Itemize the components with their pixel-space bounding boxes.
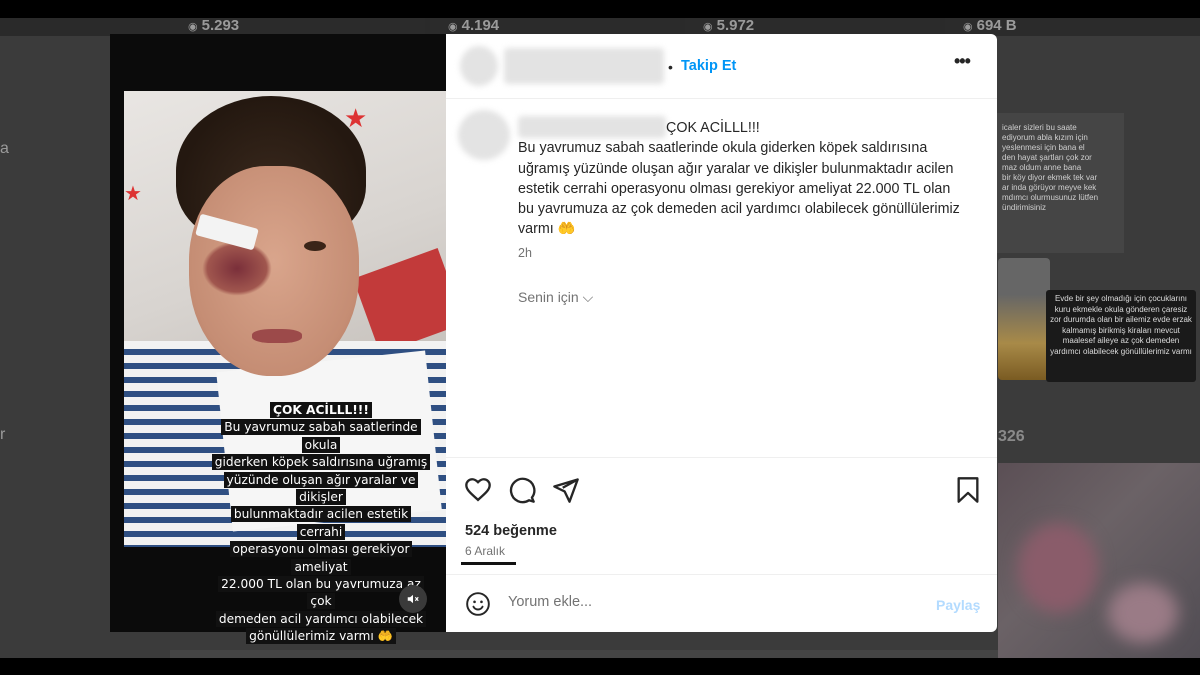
bg-caption-card: Evde bir şey olmadığı için çocuklarını k… xyxy=(1046,290,1196,382)
bg-view-count-1: 5.293 xyxy=(201,18,240,34)
story-caption: ÇOK ACİLLL!!! Bu yavrumuz sabah saatleri… xyxy=(210,402,432,646)
for-you-dropdown[interactable]: Senin için ⌵ xyxy=(518,289,593,306)
story-caption-line: bulunmaktadır acilen estetik cerrahi xyxy=(230,506,412,540)
bg-view-count-3: 5.972 xyxy=(716,18,755,34)
post-card: • Takip Et ••• ÇOK ACİLLL!!! Bu yavrumuz… xyxy=(446,34,997,632)
story-caption-line: 22.000 TL olan bu yavrumuza az çok xyxy=(218,576,424,610)
story-caption-line: giderken köpek saldırısına uğramış xyxy=(211,454,431,471)
bg-view-count-5: 326 xyxy=(998,428,1025,445)
bg-view-count-2: 4.194 xyxy=(461,18,500,34)
bookmark-icon[interactable] xyxy=(954,476,982,504)
story-caption-line: ÇOK ACİLLL!!! xyxy=(270,402,372,418)
heart-icon[interactable] xyxy=(464,476,492,504)
bg-side-letter-a: a xyxy=(0,140,9,157)
bg-blurred-image[interactable] xyxy=(998,463,1200,658)
date-underline xyxy=(461,562,516,565)
story-caption-line: demeden acil yardımcı olabilecek xyxy=(215,610,427,627)
post-comment-button[interactable]: Paylaş xyxy=(936,597,980,613)
bg-bottom-strip xyxy=(170,650,998,658)
add-comment-row: Paylaş xyxy=(446,574,997,632)
author-username[interactable] xyxy=(504,48,664,84)
mute-icon xyxy=(407,594,419,604)
more-icon[interactable]: ••• xyxy=(954,51,971,72)
story-caption-line: gönüllülerimiz varmı 🤲 xyxy=(246,628,396,645)
caption-title: ÇOK ACİLLL!!! xyxy=(666,120,760,136)
comment-icon[interactable] xyxy=(508,476,536,504)
bg-food-image xyxy=(998,258,1050,380)
story-caption-line: operasyonu olması gerekiyor ameliyat xyxy=(229,541,413,575)
comment-input[interactable] xyxy=(508,594,888,610)
emoji-icon[interactable] xyxy=(465,591,491,617)
like-count[interactable]: 524 beğenme xyxy=(465,523,557,539)
follow-button[interactable]: Takip Et xyxy=(681,58,736,74)
post-date[interactable]: 6 Aralık xyxy=(465,544,505,558)
header-separator: • xyxy=(668,59,673,75)
caption-body: Bu yavrumuz sabah saatlerinde okula gide… xyxy=(518,140,960,238)
story-panel[interactable]: ★ ★ ÇOK ACİLLL!!! Bu yavrumuz sabah saat… xyxy=(110,34,447,645)
story-caption-line: Bu yavrumuz sabah saatlerinde okula xyxy=(221,419,421,453)
caption-time: 2h xyxy=(518,246,532,260)
bg-side-letter-r: r xyxy=(0,426,6,443)
mute-button[interactable] xyxy=(399,585,427,613)
post-caption: ÇOK ACİLLL!!! Bu yavrumuz sabah saatleri… xyxy=(518,118,968,240)
author-avatar[interactable] xyxy=(460,46,498,86)
bg-view-count-4: 694 B xyxy=(976,18,1017,34)
story-caption-line: yüzünde oluşan ağır yaralar ve dikişler xyxy=(223,471,419,506)
comments-section[interactable]: ÇOK ACİLLL!!! Bu yavrumuz sabah saatleri… xyxy=(446,100,997,458)
bg-text-card: icaler sizleri bu saate ediyorum abla kı… xyxy=(996,113,1124,253)
post-header: • Takip Et ••• xyxy=(446,34,997,99)
caption-author-avatar[interactable] xyxy=(458,110,510,160)
share-icon[interactable] xyxy=(552,476,580,504)
